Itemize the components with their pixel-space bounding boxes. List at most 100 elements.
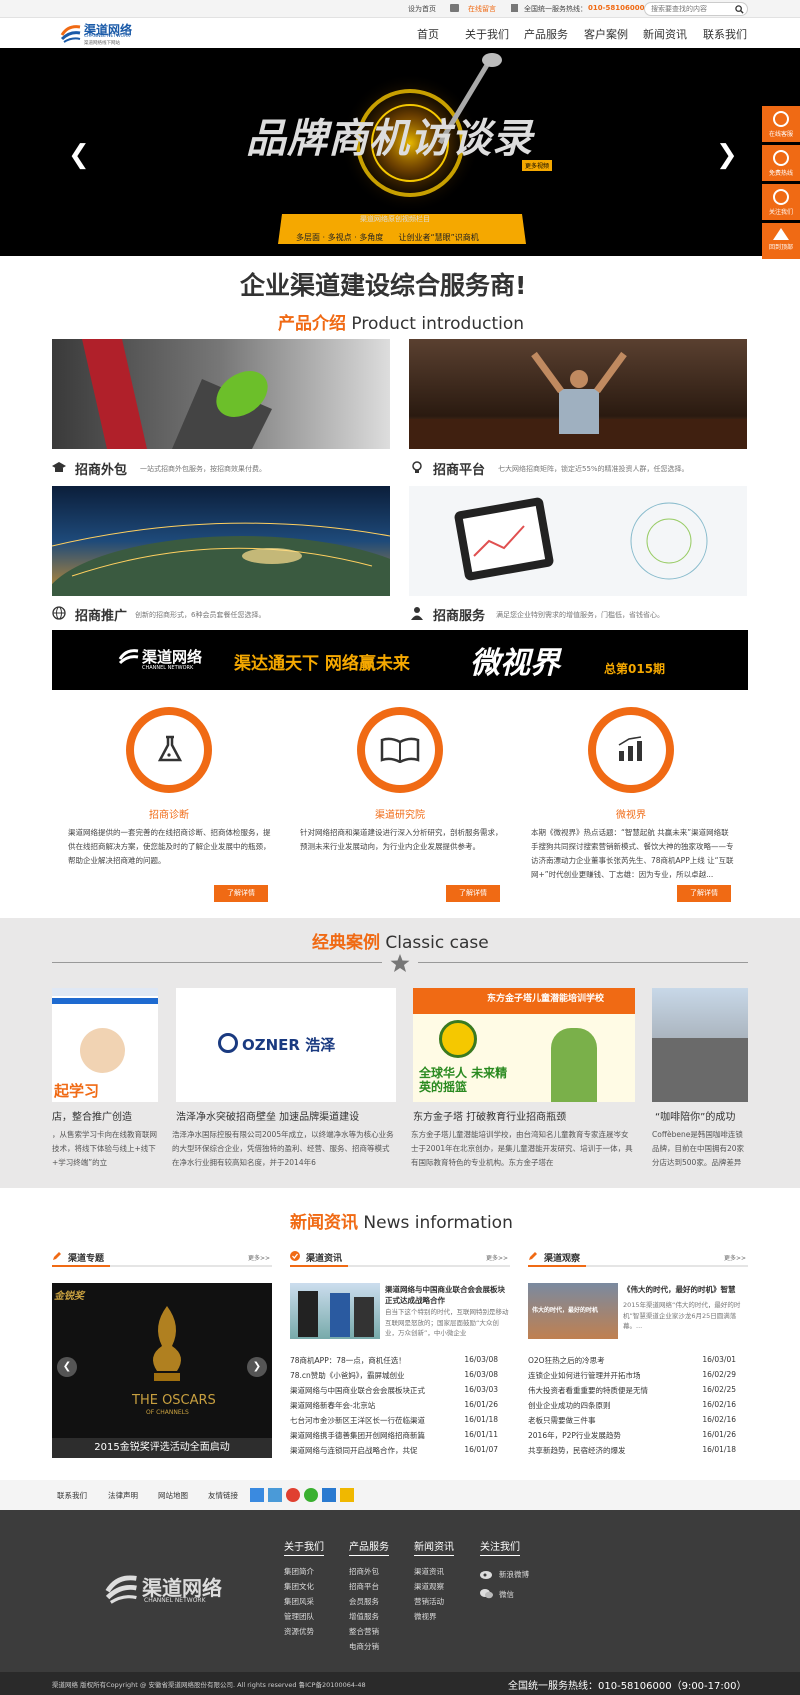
case-image-4[interactable] <box>652 988 748 1102</box>
news-col1-slider[interactable]: 金锐奖 THE OSCARS OF CHANNELS ❮ ❯ 2015金锐奖评选… <box>52 1283 272 1458</box>
footer-col-news[interactable]: 新闻资讯 <box>414 1538 454 1556</box>
footer-link[interactable]: 招商平台 <box>349 1581 379 1592</box>
list-item[interactable]: 共享新趋势，民宿经济的爆发 16/01/18 <box>528 1445 736 1460</box>
share-qzone-icon[interactable] <box>268 1488 282 1502</box>
case-title-1[interactable]: 店，整合推广创造 <box>52 1108 132 1123</box>
footer-link-friends[interactable]: 友情链接 <box>208 1490 238 1501</box>
product-title-promotion[interactable]: 招商推广 <box>75 605 127 624</box>
list-item[interactable]: 伟大投资者看重重要的特质便是无情 16/02/25 <box>528 1385 736 1400</box>
footer-weibo-link[interactable]: 新浪微博 <box>499 1569 529 1580</box>
list-item[interactable]: 老板只需要做三件事 16/02/16 <box>528 1415 736 1430</box>
product-title-outsourcing[interactable]: 招商外包 <box>75 459 127 478</box>
news-col3-feature-image[interactable]: 伟大的时代，最好的时机 <box>528 1283 618 1339</box>
news-col3-title[interactable]: 渠道观察 <box>544 1251 580 1264</box>
service-circle-research[interactable] <box>357 707 443 793</box>
float-back-to-top[interactable]: 回到顶部 <box>762 223 800 259</box>
product-image-outsourcing[interactable] <box>52 339 390 449</box>
service-title-microvision[interactable]: 微视界 <box>561 806 701 821</box>
list-item[interactable]: 渠道网络新春年会-北京站 16/01/26 <box>290 1400 498 1415</box>
footer-link[interactable]: 资源优势 <box>284 1626 314 1637</box>
news-col1-title[interactable]: 渠道专题 <box>68 1251 104 1264</box>
nav-about[interactable]: 关于我们 <box>465 26 509 42</box>
banner-prev-arrow[interactable]: ❮ <box>68 140 90 170</box>
footer-link[interactable]: 营销活动 <box>414 1596 444 1607</box>
footer-link[interactable]: 渠道观察 <box>414 1581 444 1592</box>
list-item[interactable]: 连锁企业如何进行管理并开拓市场 16/02/29 <box>528 1370 736 1385</box>
footer-wechat-link[interactable]: 微信 <box>499 1589 514 1600</box>
footer-link[interactable]: 会员服务 <box>349 1596 379 1607</box>
nav-contact[interactable]: 联系我们 <box>703 26 747 42</box>
footer-link[interactable]: 集团简介 <box>284 1566 314 1577</box>
footer-link-legal[interactable]: 法律声明 <box>108 1490 138 1501</box>
list-item[interactable]: 创业企业成功的四条原则 16/02/16 <box>528 1400 736 1415</box>
slider-prev-button[interactable]: ❮ <box>57 1357 77 1377</box>
footer-link-sitemap[interactable]: 网站地图 <box>158 1490 188 1501</box>
footer-col-about[interactable]: 关于我们 <box>284 1538 324 1556</box>
news-col2-title[interactable]: 渠道资讯 <box>306 1251 342 1264</box>
footer-link[interactable]: 管理团队 <box>284 1611 314 1622</box>
footer-link[interactable]: 电商分销 <box>349 1641 379 1652</box>
case-title-4[interactable]: “咖啡陪你”的成功 <box>655 1108 735 1123</box>
case-image-1[interactable]: 起学习 <box>52 988 158 1102</box>
case-title-2[interactable]: 浩泽净水突破招商壁垒 加速品牌渠道建设 <box>176 1108 359 1123</box>
share-weibo-icon[interactable] <box>286 1488 300 1502</box>
search-input[interactable] <box>651 4 731 14</box>
search-icon[interactable] <box>735 5 744 14</box>
news-col2-feature-title[interactable]: 渠道网络与中国商业联合会会展板块正式达成战略合作 <box>385 1284 510 1306</box>
service-more-microvision[interactable]: 了解详情 <box>677 885 731 902</box>
footer-col-products[interactable]: 产品服务 <box>349 1538 389 1556</box>
case-image-3[interactable]: 东方金子塔儿童潜能培训学校 全球华人 未来精英的摇篮 <box>413 988 635 1102</box>
nav-products[interactable]: 产品服务 <box>524 26 568 42</box>
list-item[interactable]: 78商机APP：78一点，商机任选！ 16/03/08 <box>290 1355 498 1370</box>
service-circle-microvision[interactable] <box>588 707 674 793</box>
service-circle-diagnosis[interactable] <box>126 707 212 793</box>
list-item[interactable]: 渠道网络与中国商业联合会会展板块正式 16/03/03 <box>290 1385 498 1400</box>
banner-next-arrow[interactable]: ❯ <box>716 140 738 170</box>
service-more-research[interactable]: 了解详情 <box>446 885 500 902</box>
list-item[interactable]: O2O狂热之后的冷思考 16/03/01 <box>528 1355 736 1370</box>
promo-banner[interactable]: 渠道网络 CHANNEL NETWORK 渠达通天下 网络赢未来 微视界 总第0… <box>52 630 748 690</box>
product-image-promotion[interactable] <box>52 486 390 596</box>
slider-caption[interactable]: 2015金锐奖评选活动全面启动 <box>52 1438 272 1458</box>
set-home-link[interactable]: 设为首页 <box>408 4 436 14</box>
float-online-service[interactable]: 在线客服 <box>762 106 800 142</box>
share-star-icon[interactable] <box>340 1488 354 1502</box>
footer-link[interactable]: 微视界 <box>414 1611 437 1622</box>
case-image-2[interactable]: OZNER 浩泽 <box>176 988 396 1102</box>
case-title-3[interactable]: 东方金子塔 打破教育行业招商瓶颈 <box>413 1108 566 1123</box>
service-title-research[interactable]: 渠道研究院 <box>330 806 470 821</box>
product-title-platform[interactable]: 招商平台 <box>433 459 485 478</box>
slider-next-button[interactable]: ❯ <box>247 1357 267 1377</box>
list-item[interactable]: 78.cn赞助《小爸妈》，霸屏城创业 16/03/08 <box>290 1370 498 1385</box>
list-item[interactable]: 渠道网络与连锁同开启战略合作，共促 16/01/07 <box>290 1445 498 1460</box>
list-item[interactable]: 七台河市金沙新区王洋区长一行莅临渠道 16/01/18 <box>290 1415 498 1430</box>
footer-link[interactable]: 集团风采 <box>284 1596 314 1607</box>
product-image-service[interactable] <box>409 486 747 596</box>
float-free-hotline[interactable]: 免费热线 <box>762 145 800 181</box>
footer-link[interactable]: 增值服务 <box>349 1611 379 1622</box>
list-item[interactable]: 2016年，P2P行业发展趋势 16/01/26 <box>528 1430 736 1445</box>
banner-more-tag[interactable]: 更多视频 <box>522 160 553 171</box>
nav-news[interactable]: 新闻资讯 <box>643 26 687 42</box>
share-wechat-icon[interactable] <box>304 1488 318 1502</box>
news-col1-more[interactable]: 更多>> <box>248 1253 270 1262</box>
footer-link[interactable]: 招商外包 <box>349 1566 379 1577</box>
footer-link[interactable]: 集团文化 <box>284 1581 314 1592</box>
footer-link[interactable]: 整合营销 <box>349 1626 379 1637</box>
news-col3-more[interactable]: 更多>> <box>724 1253 746 1262</box>
product-image-platform[interactable] <box>409 339 747 449</box>
share-renren-icon[interactable] <box>322 1488 336 1502</box>
list-item[interactable]: 渠道网络携手德善集团开创网络招商新篇 16/01/11 <box>290 1430 498 1445</box>
service-more-diagnosis[interactable]: 了解详情 <box>214 885 268 902</box>
float-follow-us[interactable]: 关注我们 <box>762 184 800 220</box>
footer-link-contact[interactable]: 联系我们 <box>57 1490 87 1501</box>
product-title-service[interactable]: 招商服务 <box>433 605 485 624</box>
online-message-link[interactable]: 在线留言 <box>468 4 496 14</box>
footer-col-follow[interactable]: 关注我们 <box>480 1538 520 1556</box>
logo[interactable]: 渠道网络 CHANNEL NETWORK 渠道网络线下网站 <box>60 21 146 46</box>
news-col2-more[interactable]: 更多>> <box>486 1253 508 1262</box>
news-col3-feature-title[interactable]: 《伟大的时代，最好的时机》智慧 <box>623 1284 748 1295</box>
news-col2-feature-image[interactable] <box>290 1283 380 1339</box>
nav-cases[interactable]: 客户案例 <box>584 26 628 42</box>
nav-home[interactable]: 首页 <box>417 26 439 42</box>
